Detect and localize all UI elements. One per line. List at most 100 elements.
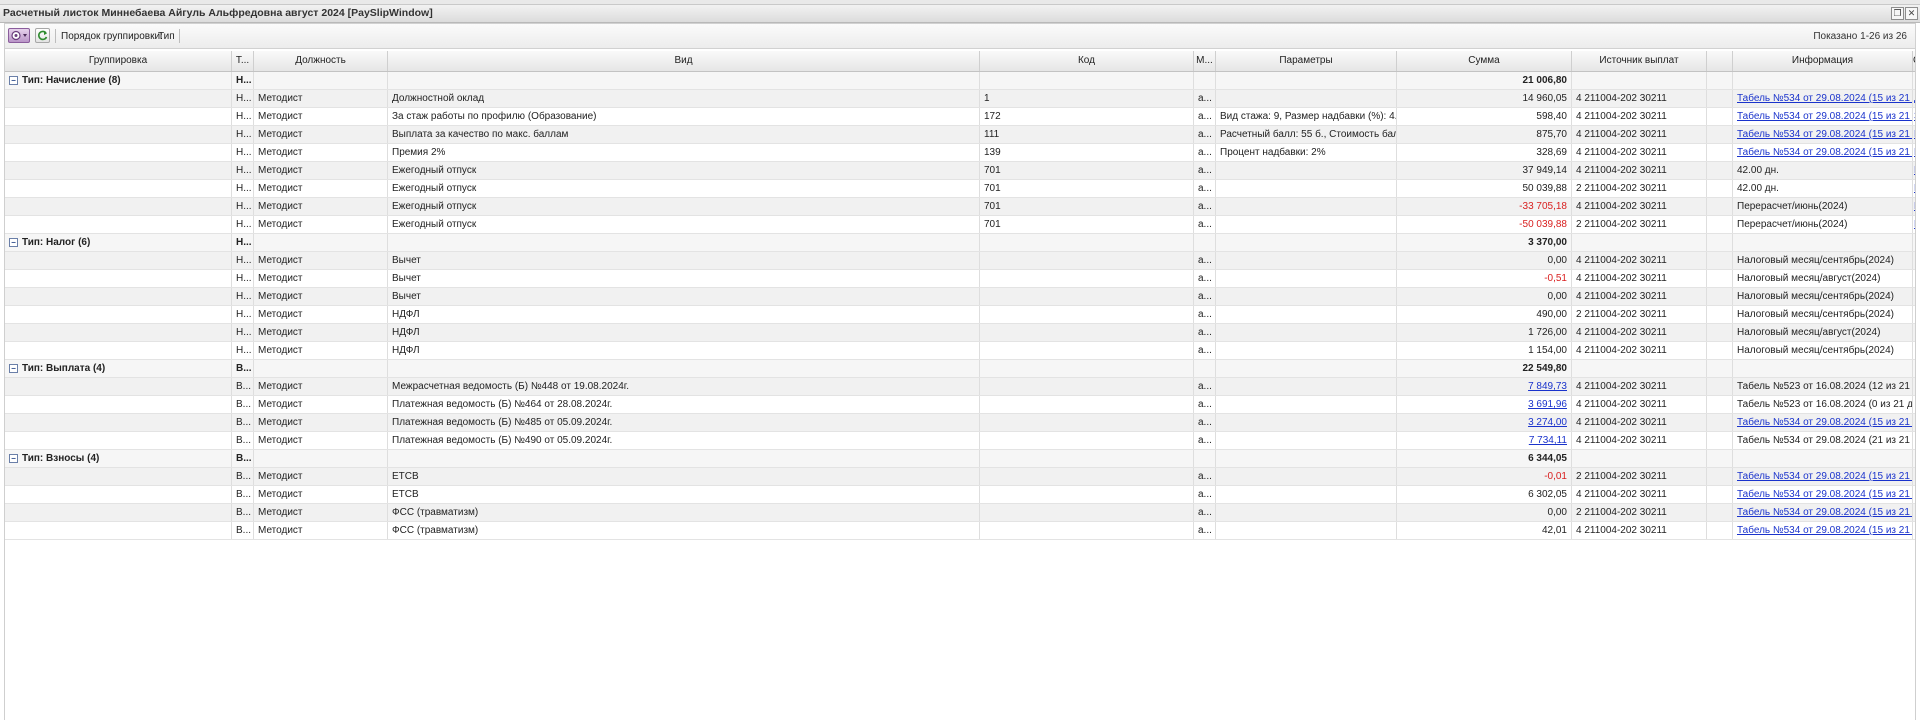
type-cell: В...	[232, 522, 254, 539]
table-row[interactable]: Н... Методист Вычет а... 0,00 4 211004-202 30…	[5, 252, 1915, 270]
table-row[interactable]: В... Методист ЕТСВ а... -0,01 2 211004-202 30…	[5, 468, 1915, 486]
toolbar: Порядок группировки: Тип Показано 1-26 и…	[4, 23, 1916, 49]
extra-link[interactable]: П	[1914, 219, 1915, 230]
column-header-kind[interactable]: Вид	[388, 51, 980, 71]
sum-cell: 3 691,96	[1397, 396, 1572, 413]
group-label-cell[interactable]: − Тип: Взносы (4)	[5, 450, 232, 467]
group-empty-cell	[1707, 72, 1733, 89]
info-link[interactable]: Табель №534 от 29.08.2024 (15 из 21 ...	[1737, 489, 1912, 500]
table-row[interactable]: Н... Методист НДФЛ а... 1 154,00 4 211004-202…	[5, 342, 1915, 360]
collapse-icon[interactable]: −	[9, 237, 18, 247]
group-row[interactable]: − Тип: Начисление (8) Н... 21 006,80	[5, 72, 1915, 90]
restore-icon[interactable]: ❐	[1891, 7, 1904, 20]
sum-value: -50 039,88	[1519, 219, 1567, 230]
column-header-position[interactable]: Должность	[254, 51, 388, 71]
info-link[interactable]: Табель №534 от 29.08.2024 (15 из 21 ...	[1737, 93, 1912, 104]
extra-link[interactable]: П	[1914, 183, 1915, 194]
table-row[interactable]: Н... Методист Ежегодный отпуск 701 а... 37 94…	[5, 162, 1915, 180]
extra-link[interactable]: П	[1914, 165, 1915, 176]
group-row[interactable]: − Тип: Выплата (4) В... 22 549,80	[5, 360, 1915, 378]
table-row[interactable]: Н... Методист За стаж работы по профилю (О…	[5, 108, 1915, 126]
extra-link[interactable]: П	[1914, 147, 1915, 158]
group-total: 6 344,05	[1397, 450, 1572, 467]
grouping-order-value[interactable]: Тип	[158, 31, 175, 42]
source-cell: 4 211004-202 30211	[1572, 108, 1707, 125]
kind-cell: НДФЛ	[388, 306, 980, 323]
table-row[interactable]: В... Методист ЕТСВ а... 6 302,05 4 211004-202…	[5, 486, 1915, 504]
collapse-icon[interactable]: −	[9, 453, 18, 463]
group-empty-cell	[1707, 234, 1733, 251]
table-row[interactable]: Н... Методист Ежегодный отпуск 701 а... -50 0…	[5, 216, 1915, 234]
blank-cell	[1707, 180, 1733, 197]
info-link[interactable]: Табель №534 от 29.08.2024 (15 из 21 ...	[1737, 417, 1912, 428]
column-header-info[interactable]: Информация	[1733, 51, 1913, 71]
group-row[interactable]: − Тип: Налог (6) Н... 3 370,00	[5, 234, 1915, 252]
table-row[interactable]: Н... Методист Премия 2% 139 а... Процент надб…	[5, 144, 1915, 162]
table-row[interactable]: В... Методист Платежная ведомость (Б) №485…	[5, 414, 1915, 432]
m-cell: а...	[1194, 468, 1216, 485]
actions-menu-button[interactable]	[8, 28, 30, 43]
table-row[interactable]: В... Методист ФСС (травматизм) а... 42,01 4 2…	[5, 522, 1915, 540]
extra-link[interactable]: В	[1914, 129, 1915, 140]
table-row[interactable]: В... Методист ФСС (травматизм) а... 0,00 2 21…	[5, 504, 1915, 522]
info-link[interactable]: Табель №534 от 29.08.2024 (15 из 21 ...	[1737, 525, 1912, 536]
blank-cell	[1707, 252, 1733, 269]
column-header-params[interactable]: Параметры	[1216, 51, 1397, 71]
extra-link[interactable]: Д	[1914, 93, 1915, 104]
source-cell: 4 211004-202 30211	[1572, 324, 1707, 341]
column-header-source[interactable]: Источник выплат	[1572, 51, 1707, 71]
group-empty-cell	[1572, 234, 1707, 251]
column-header-code[interactable]: Код	[980, 51, 1194, 71]
refresh-button[interactable]	[35, 28, 50, 43]
m-cell: а...	[1194, 216, 1216, 233]
grouping-cell	[5, 522, 232, 539]
table-row[interactable]: Н... Методист НДФЛ а... 1 726,00 4 211004-202…	[5, 324, 1915, 342]
extra-cell	[1913, 378, 1915, 395]
column-header-extra[interactable]: C	[1913, 51, 1915, 71]
table-row[interactable]: Н... Методист Выплата за качество по макс.…	[5, 126, 1915, 144]
group-label-cell[interactable]: − Тип: Выплата (4)	[5, 360, 232, 377]
sum-link[interactable]: 7 849,73	[1528, 381, 1567, 392]
info-link[interactable]: Табель №534 от 29.08.2024 (15 из 21 ...	[1737, 111, 1912, 122]
sum-link[interactable]: 3 274,00	[1528, 417, 1567, 428]
info-link[interactable]: Табель №534 от 29.08.2024 (15 из 21 ...	[1737, 129, 1912, 140]
table-row[interactable]: В... Методист Межрасчетная ведомость (Б) №…	[5, 378, 1915, 396]
column-header-grouping[interactable]: Группировка	[5, 51, 232, 71]
column-header-m[interactable]: М...	[1194, 51, 1216, 71]
source-cell: 4 211004-202 30211	[1572, 522, 1707, 539]
m-cell: а...	[1194, 522, 1216, 539]
collapse-icon[interactable]: −	[9, 363, 18, 373]
sum-cell: 0,00	[1397, 504, 1572, 521]
group-label-cell[interactable]: − Тип: Налог (6)	[5, 234, 232, 251]
sum-link[interactable]: 7 734,11	[1529, 435, 1567, 446]
table-row[interactable]: Н... Методист НДФЛ а... 490,00 2 211004-202 3…	[5, 306, 1915, 324]
group-row[interactable]: − Тип: Взносы (4) В... 6 344,05	[5, 450, 1915, 468]
column-header-type[interactable]: Т...	[232, 51, 254, 71]
code-cell: 139	[980, 144, 1194, 161]
position-cell: Методист	[254, 522, 388, 539]
extra-cell	[1913, 486, 1915, 503]
column-header-blank[interactable]	[1707, 51, 1733, 71]
table-row[interactable]: Н... Методист Ежегодный отпуск 701 а... 50 03…	[5, 180, 1915, 198]
info-link[interactable]: Табель №534 от 29.08.2024 (15 из 21 ...	[1737, 507, 1912, 518]
info-link[interactable]: Табель №534 от 29.08.2024 (15 из 21 ...	[1737, 147, 1912, 158]
table-row[interactable]: Н... Методист Вычет а... 0,00 4 211004-202 30…	[5, 288, 1915, 306]
table-row[interactable]: В... Методист Платежная ведомость (Б) №464…	[5, 396, 1915, 414]
info-link[interactable]: Табель №534 от 29.08.2024 (15 из 21 ...	[1737, 471, 1912, 482]
info-cell: 42.00 дн.	[1733, 162, 1913, 179]
table-row[interactable]: Н... Методист Ежегодный отпуск 701 а... -33 7…	[5, 198, 1915, 216]
code-cell	[980, 486, 1194, 503]
group-label: Тип: Начисление (8)	[22, 75, 121, 86]
collapse-icon[interactable]: −	[9, 75, 18, 85]
close-icon[interactable]: ✕	[1905, 7, 1918, 20]
grouping-cell	[5, 306, 232, 323]
extra-link[interactable]: П	[1914, 201, 1915, 212]
table-row[interactable]: Н... Методист Должностной оклад 1 а... 14 960…	[5, 90, 1915, 108]
extra-cell: Д	[1913, 90, 1915, 107]
group-label-cell[interactable]: − Тип: Начисление (8)	[5, 72, 232, 89]
table-row[interactable]: Н... Методист Вычет а... -0,51 4 211004-202 3…	[5, 270, 1915, 288]
table-row[interactable]: В... Методист Платежная ведомость (Б) №490…	[5, 432, 1915, 450]
column-header-sum[interactable]: Сумма	[1397, 51, 1572, 71]
extra-link[interactable]: З	[1914, 111, 1915, 122]
sum-link[interactable]: 3 691,96	[1528, 399, 1567, 410]
